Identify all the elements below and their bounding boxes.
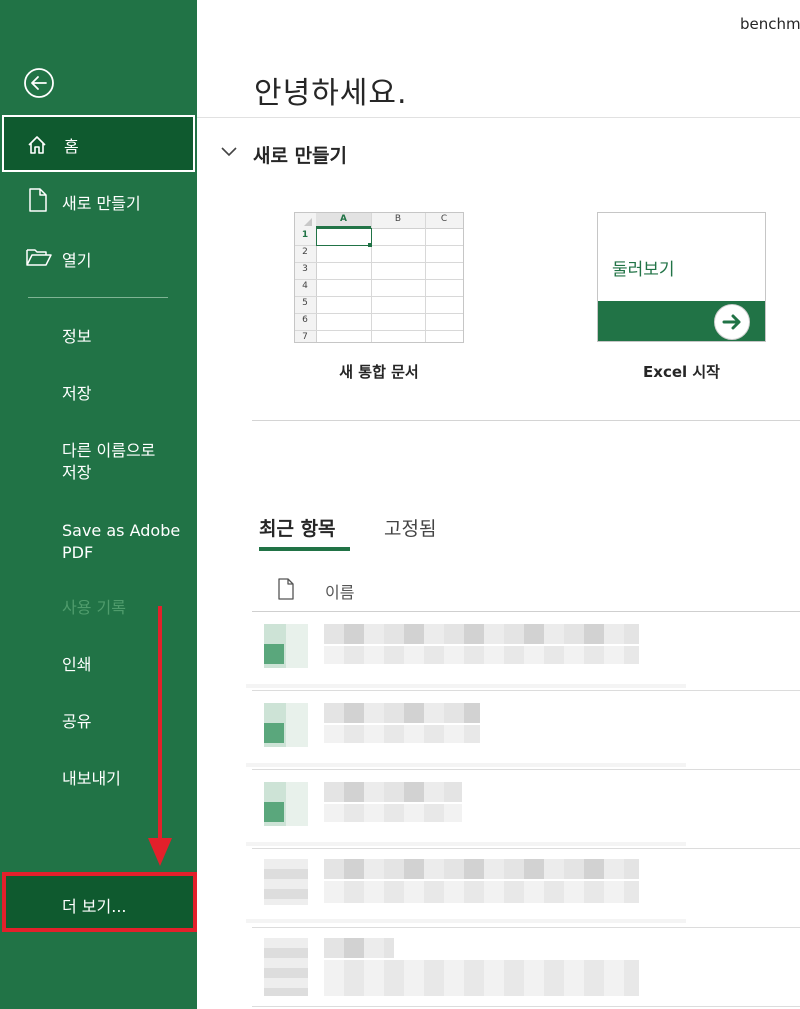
header-divider [197,117,800,118]
template-label: Excel 시작 [643,363,720,381]
sidebar-item-info[interactable]: 정보 [62,326,91,348]
template-label: 새 통합 문서 [339,363,419,381]
list-item[interactable] [246,849,800,928]
file-icon [264,938,308,996]
backstage-sidebar: 홈 새로 만들기 열기 정보 저장 다른 이름으로 저장 Save as Ado… [0,0,197,1009]
file-icon [264,703,308,747]
row-header: 4 [302,281,308,291]
template-blank-workbook[interactable]: A B C 1 2 3 4 5 6 7 [294,212,464,343]
tab-recent[interactable]: 최근 항목 [259,514,336,541]
sidebar-item-save-as[interactable]: 다른 이름으로 저장 [62,440,155,484]
sidebar-item-home[interactable]: 홈 [2,115,195,172]
column-header: B [394,214,402,224]
greeting-title: 안녕하세요. [254,76,408,111]
column-header-name[interactable]: 이름 [325,579,354,603]
annotation-arrow [148,606,172,866]
row-header: 5 [302,298,308,308]
row-header: 7 [302,332,308,342]
file-name-redacted [324,703,480,723]
list-item[interactable] [252,928,800,1007]
arrow-circle-icon [714,304,750,340]
chevron-down-icon[interactable] [220,146,238,158]
account-name[interactable]: benchm [740,15,800,33]
open-folder-icon [26,249,52,266]
row-header: 2 [302,247,308,257]
sidebar-item-label: 더 보기... [62,897,127,916]
new-section-title[interactable]: 새로 만들기 [253,141,347,168]
sidebar-item-label: 열기 [62,251,92,270]
template-excel-tour[interactable]: 둘러보기 [597,212,766,342]
selected-cell [316,228,372,246]
file-type-icon [278,578,294,600]
sidebar-item-more[interactable]: 더 보기... [2,872,197,932]
file-path-redacted [324,960,639,996]
new-document-icon [29,188,47,212]
list-item[interactable] [246,691,800,770]
back-arrow-icon [24,68,54,98]
file-path-redacted [324,646,639,664]
file-icon [264,624,308,668]
sidebar-divider [28,297,168,298]
file-name-redacted [324,782,462,802]
blank-workbook-thumbnail: A B C 1 2 3 4 5 6 7 [294,212,464,343]
list-item[interactable] [246,612,800,691]
sidebar-item-share[interactable]: 공유 [62,711,91,733]
row-header: 1 [301,230,309,240]
back-button[interactable] [20,64,58,102]
sidebar-item-label: 홈 [64,137,79,156]
home-icon [28,136,46,154]
file-path-redacted [324,725,480,743]
sidebar-item-export[interactable]: 내보내기 [62,768,121,790]
file-icon [264,782,308,826]
sidebar-item-history: 사용 기록 [62,598,126,617]
row-header: 3 [302,264,308,274]
file-path-redacted [324,881,639,903]
row-header: 6 [302,315,308,325]
file-path-redacted [324,804,462,822]
sidebar-item-save-as-adobe-pdf[interactable]: Save as Adobe PDF [62,520,180,564]
sidebar-item-new[interactable]: 새로 만들기 [0,180,197,220]
file-name-redacted [324,938,394,958]
column-header: A [340,214,347,224]
section-divider [252,420,800,421]
sidebar-item-open[interactable]: 열기 [0,237,197,277]
file-name-redacted [324,859,639,879]
sidebar-item-print[interactable]: 인쇄 [62,654,91,676]
tab-pinned[interactable]: 고정됨 [384,514,436,541]
list-item[interactable] [246,770,800,849]
file-icon [264,859,308,905]
column-header: C [440,214,448,224]
sidebar-item-save[interactable]: 저장 [62,383,91,405]
file-name-redacted [324,624,639,644]
tab-recent-underline [259,547,350,551]
sidebar-item-label: 새로 만들기 [62,194,141,213]
tour-preview-text: 둘러보기 [612,260,675,280]
